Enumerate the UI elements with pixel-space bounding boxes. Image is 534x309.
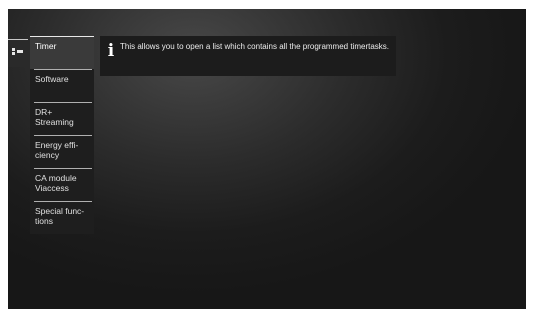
menu-item-label: Energy effi-ciency <box>35 140 79 160</box>
menu-item-label: CA module Viaccess <box>35 173 77 193</box>
settings-menu: Timer Software DR+ Streaming Energy effi… <box>30 36 94 234</box>
menu-item-special-functions[interactable]: Special func-tions <box>30 201 94 234</box>
menu-item-label: Special func-tions <box>35 206 85 226</box>
info-text: This allows you to open a list which con… <box>120 42 390 51</box>
menu-item-energy-efficiency[interactable]: Energy effi-ciency <box>30 135 94 168</box>
menu-item-timer[interactable]: Timer <box>30 36 94 69</box>
menu-item-software[interactable]: Software <box>30 69 94 102</box>
tv-menu-screen: Timer Software DR+ Streaming Energy effi… <box>8 9 526 309</box>
list-grid-icon <box>12 48 24 58</box>
menu-item-label: Timer <box>35 41 57 51</box>
info-icon: i <box>107 41 115 61</box>
menu-item-label: DR+ Streaming <box>35 107 74 127</box>
info-panel: i This allows you to open a list which c… <box>100 36 396 76</box>
menu-item-dr-streaming[interactable]: DR+ Streaming <box>30 102 94 135</box>
side-tab[interactable] <box>8 39 28 67</box>
menu-item-label: Software <box>35 74 69 84</box>
menu-item-ca-module[interactable]: CA module Viaccess <box>30 168 94 201</box>
